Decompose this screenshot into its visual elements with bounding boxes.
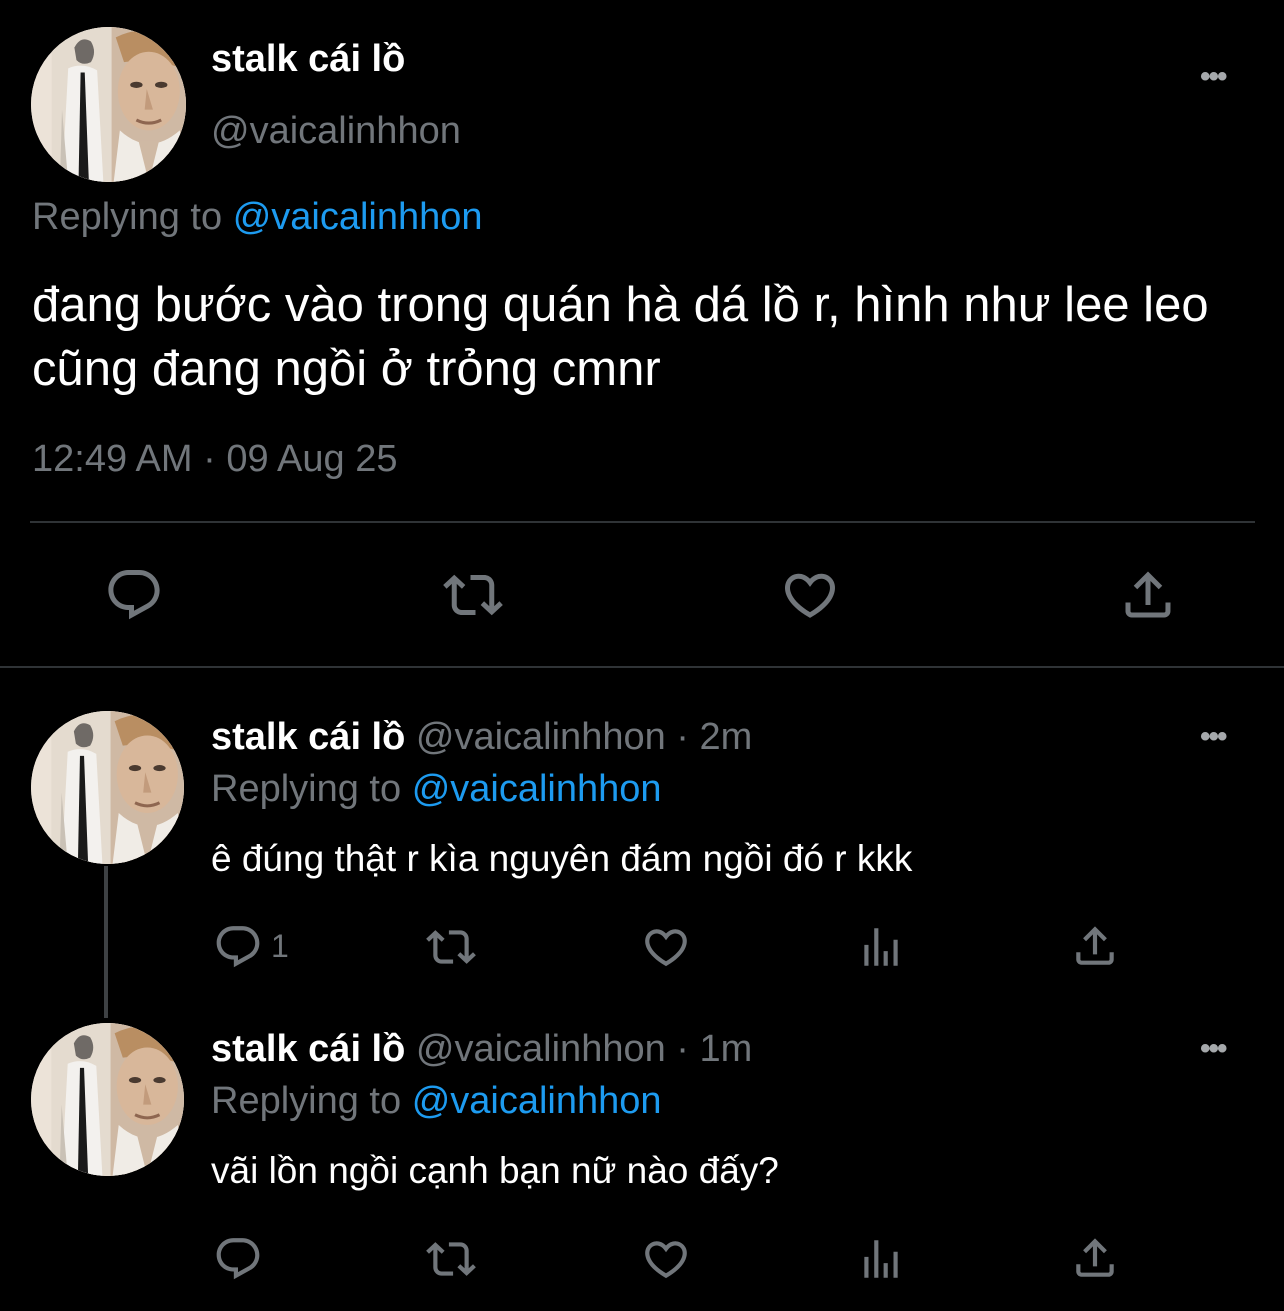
- views-icon[interactable]: [856, 922, 906, 972]
- like-icon[interactable]: [780, 565, 840, 625]
- more-options-icon[interactable]: •••: [1200, 1032, 1227, 1066]
- replying-to-label: Replying to: [211, 768, 402, 810]
- retweet-icon[interactable]: [424, 1234, 478, 1284]
- reply-time[interactable]: · 2m: [676, 716, 752, 758]
- retweet-icon[interactable]: [424, 922, 478, 972]
- reply-icon[interactable]: [104, 565, 164, 625]
- author-name[interactable]: stalk cái lồ: [211, 1028, 405, 1070]
- avatar[interactable]: [31, 27, 186, 182]
- reply-text: ê đúng thật r kìa nguyên đám ngồi đó r k…: [211, 838, 913, 879]
- reply-header: stalk cái lồ @vaicalinhhon · 2m: [211, 716, 752, 759]
- like-icon[interactable]: [640, 1234, 692, 1284]
- avatar[interactable]: [31, 711, 184, 864]
- replying-to-handle-link[interactable]: @vaicalinhhon: [412, 1080, 662, 1122]
- author-handle[interactable]: @vaicalinhhon: [211, 110, 461, 153]
- avatar[interactable]: [31, 1023, 184, 1176]
- replying-to-handle-link[interactable]: @vaicalinhhon: [412, 768, 662, 810]
- reply-text: vãi lồn ngồi cạnh bạn nữ nào đấy?: [211, 1150, 779, 1191]
- reply-time[interactable]: · 1m: [676, 1028, 752, 1070]
- tweet-timestamp[interactable]: 12:49 AM · 09 Aug 25: [32, 438, 398, 481]
- reply-header: stalk cái lồ @vaicalinhhon · 1m: [211, 1028, 752, 1071]
- replying-to-label: Replying to: [211, 1080, 402, 1122]
- replying-to: Replying to @vaicalinhhon: [211, 768, 662, 811]
- replying-to: Replying to @vaicalinhhon: [211, 1080, 662, 1123]
- author-handle[interactable]: @vaicalinhhon: [416, 716, 666, 758]
- share-icon[interactable]: [1118, 565, 1178, 625]
- tweet-text: đang bước vào trong quán hà dá lồ r, hìn…: [32, 278, 1209, 396]
- share-icon[interactable]: [1070, 920, 1120, 972]
- author-name[interactable]: stalk cái lồ: [211, 38, 405, 81]
- thread-connector: [104, 866, 108, 1018]
- divider: [30, 521, 1255, 523]
- replying-to: Replying to @vaicalinhhon: [32, 196, 483, 239]
- author-name[interactable]: stalk cái lồ: [211, 716, 405, 758]
- reply-count: 1: [271, 928, 289, 964]
- author-handle[interactable]: @vaicalinhhon: [416, 1028, 666, 1070]
- replying-to-label: Replying to: [32, 196, 223, 238]
- replying-to-handle-link[interactable]: @vaicalinhhon: [233, 196, 483, 238]
- retweet-icon[interactable]: [442, 565, 504, 625]
- like-icon[interactable]: [640, 922, 692, 972]
- divider: [0, 666, 1284, 668]
- reply-icon[interactable]: [213, 922, 263, 972]
- views-icon[interactable]: [856, 1234, 906, 1284]
- more-options-icon[interactable]: •••: [1200, 720, 1227, 754]
- reply-icon[interactable]: [213, 1234, 263, 1284]
- more-options-icon[interactable]: •••: [1200, 60, 1227, 94]
- share-icon[interactable]: [1070, 1232, 1120, 1284]
